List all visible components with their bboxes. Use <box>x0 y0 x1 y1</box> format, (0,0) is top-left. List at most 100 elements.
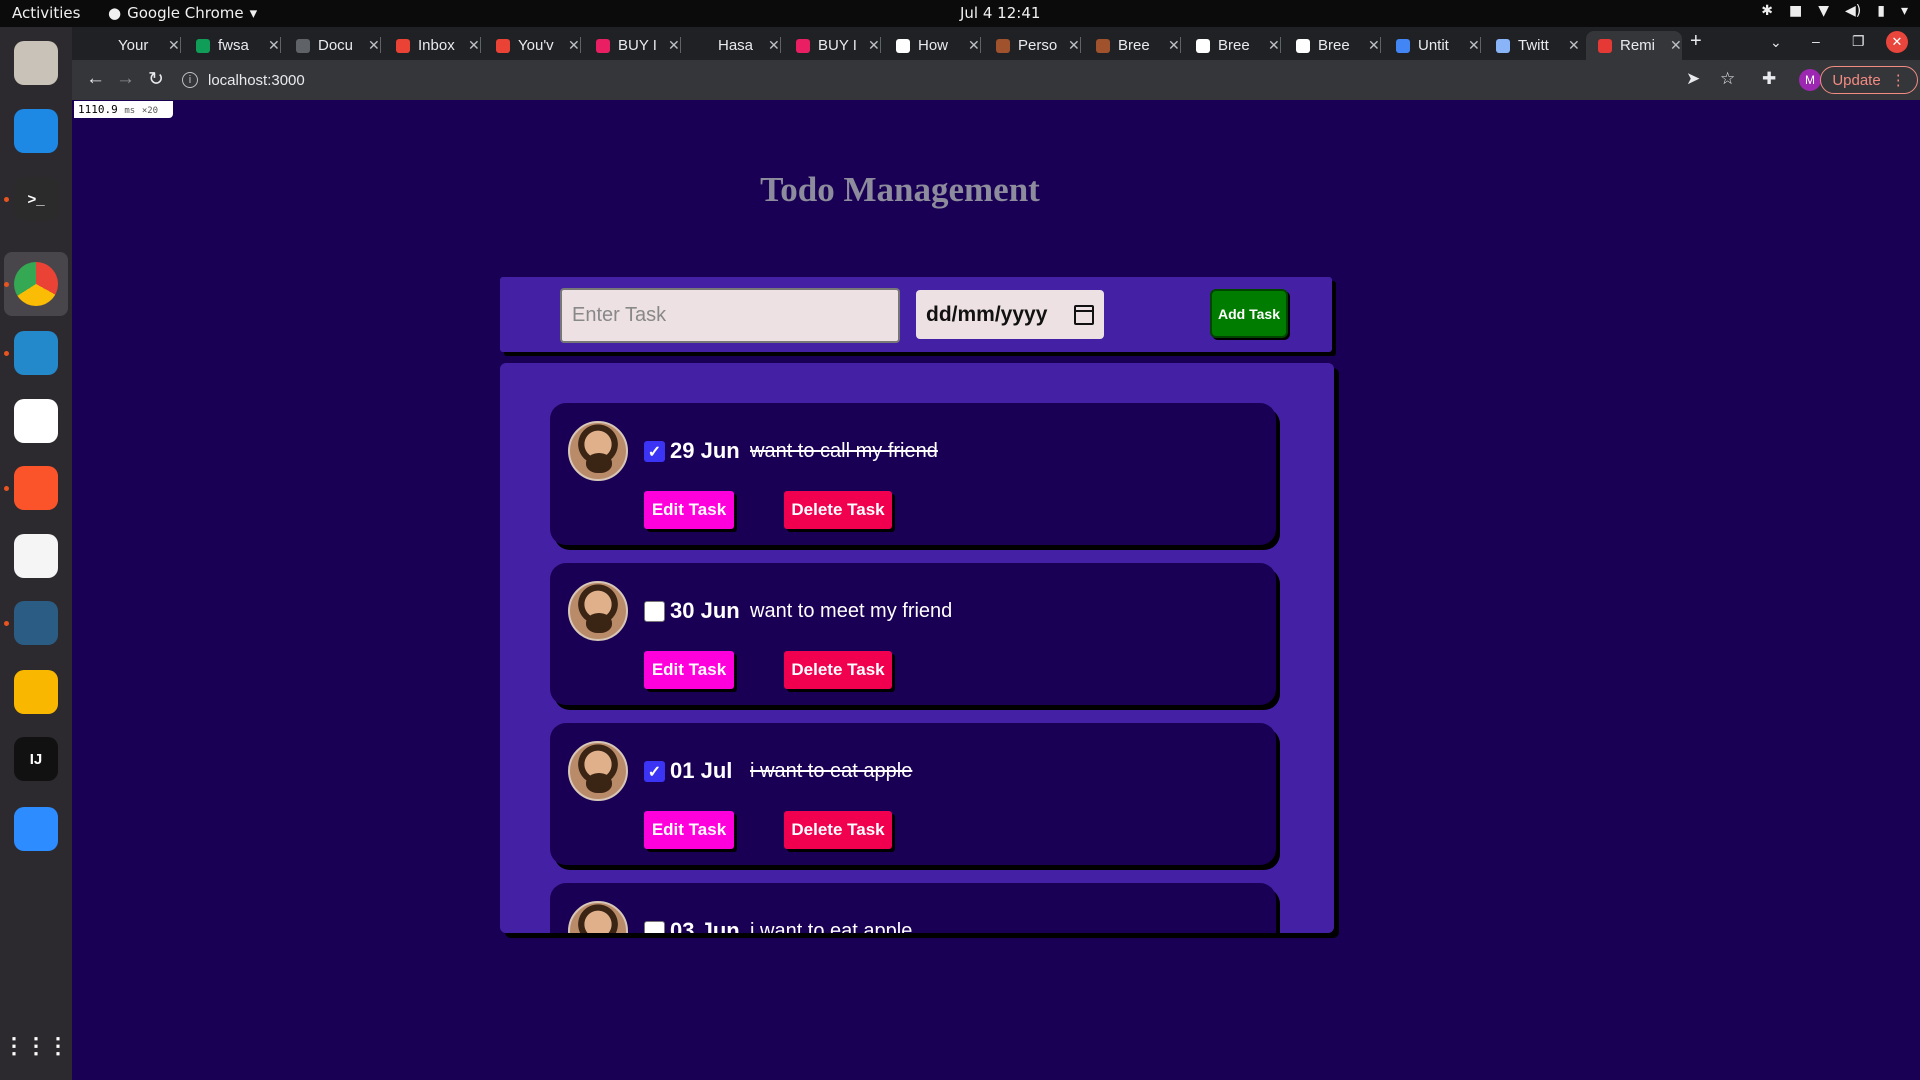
wifi-icon[interactable]: ▼ <box>1818 3 1829 19</box>
site-info-icon[interactable]: i <box>182 72 198 88</box>
task-checkbox[interactable] <box>644 601 665 622</box>
add-task-button[interactable]: Add Task <box>1210 289 1288 338</box>
browser-tab[interactable]: How ✕ <box>884 31 980 60</box>
task-checkbox[interactable]: ✓ <box>644 761 665 782</box>
task-card: 30 Jun want to meet my friend Edit Task Del… <box>550 563 1276 705</box>
dock-running-indicator <box>4 621 9 626</box>
browser-tab[interactable]: Bree ✕ <box>1084 31 1180 60</box>
browser-tab[interactable]: Twitt ✕ <box>1484 31 1580 60</box>
perf-ms: 1110.9 <box>78 103 118 116</box>
forward-icon[interactable]: → <box>116 68 135 90</box>
zoom-tray-icon[interactable]: ■ <box>1789 3 1802 19</box>
tab-close-icon[interactable]: ✕ <box>1168 37 1180 54</box>
task-checkbox[interactable] <box>644 921 665 933</box>
tab-close-icon[interactable]: ✕ <box>768 37 780 54</box>
browser-tab[interactable]: Bree ✕ <box>1184 31 1280 60</box>
browser-tab[interactable]: BUY I ✕ <box>784 31 880 60</box>
browser-tab[interactable]: Untit ✕ <box>1384 31 1480 60</box>
edit-task-button[interactable]: Edit Task <box>644 651 734 689</box>
address-bar[interactable]: i localhost:3000 <box>182 65 1682 95</box>
avatar <box>568 421 628 481</box>
browser-tab[interactable]: Remi ✕ <box>1586 31 1682 60</box>
edit-task-button[interactable]: Edit Task <box>644 811 734 849</box>
profile-avatar[interactable]: M <box>1799 69 1821 91</box>
dock-terminal-icon[interactable]: >_ <box>12 175 60 223</box>
browser-tab[interactable]: Your ✕ <box>84 31 180 60</box>
tab-close-icon[interactable]: ✕ <box>1368 37 1380 54</box>
browser-tab[interactable]: Docu ✕ <box>284 31 380 60</box>
extensions-puzzle-icon[interactable]: ✚ <box>1762 69 1776 89</box>
tab-close-icon[interactable]: ✕ <box>1468 37 1480 54</box>
edit-task-button[interactable]: Edit Task <box>644 491 734 529</box>
dock-slack-icon[interactable] <box>12 397 60 445</box>
task-list[interactable]: ✓ 29 Jun want to call my friend Edit Task De… <box>500 363 1334 933</box>
app-menu[interactable]: ● Google Chrome ▾ <box>108 4 257 22</box>
delete-task-button[interactable]: Delete Task <box>784 651 892 689</box>
dock-calculator-icon[interactable] <box>12 668 60 716</box>
dock-intellij-icon[interactable]: IJ <box>12 735 60 783</box>
dock-zoom-icon[interactable] <box>12 805 60 853</box>
browser-tab[interactable]: fwsa ✕ <box>184 31 280 60</box>
tab-close-icon[interactable]: ✕ <box>568 37 580 54</box>
tab-title: Perso <box>1018 37 1058 54</box>
url-text: localhost:3000 <box>208 71 305 89</box>
browser-tab[interactable]: Perso ✕ <box>984 31 1080 60</box>
browser-tab[interactable]: You'v ✕ <box>484 31 580 60</box>
tab-close-icon[interactable]: ✕ <box>168 37 180 54</box>
tab-search-chevron-icon[interactable]: ⌄ <box>1770 34 1782 51</box>
tab-close-icon[interactable]: ✕ <box>868 37 880 54</box>
dock-files-icon[interactable] <box>12 39 60 87</box>
new-tab-button[interactable]: + <box>1690 30 1702 53</box>
update-label: Update <box>1832 71 1881 89</box>
dock-running-indicator <box>4 197 9 202</box>
browser-tab[interactable]: Hasa ✕ <box>684 31 780 60</box>
back-icon[interactable]: ← <box>86 68 105 90</box>
dock-writer-icon[interactable] <box>12 107 60 155</box>
dock-brave-icon[interactable] <box>12 464 60 512</box>
send-tab-icon[interactable]: ➤ <box>1686 69 1700 89</box>
minimize-icon[interactable]: – <box>1812 33 1820 49</box>
bookmark-star-icon[interactable]: ☆ <box>1720 69 1735 89</box>
slack-tray-icon[interactable]: ✱ <box>1761 3 1773 19</box>
tab-close-icon[interactable]: ✕ <box>1268 37 1280 54</box>
tab-close-icon[interactable]: ✕ <box>1068 37 1080 54</box>
dock-vscode-icon[interactable] <box>12 329 60 377</box>
dock-chrome-icon[interactable] <box>4 252 68 316</box>
calendar-icon[interactable] <box>1074 304 1094 325</box>
restore-icon[interactable]: ❐ <box>1852 33 1865 50</box>
tab-close-icon[interactable]: ✕ <box>468 37 480 54</box>
tab-close-icon[interactable]: ✕ <box>268 37 280 54</box>
show-applications-grid-icon[interactable]: ⋮⋮⋮ <box>3 1022 69 1070</box>
tab-favicon-icon <box>1196 38 1210 53</box>
clock[interactable]: Jul 4 12:41 <box>960 4 1040 22</box>
activities-button[interactable]: Activities <box>12 4 80 22</box>
date-input[interactable]: dd/mm/yyyy <box>916 290 1104 339</box>
browser-tab[interactable]: Inbox ✕ <box>384 31 480 60</box>
tab-separator <box>480 37 481 53</box>
dock-mysql-workbench-icon[interactable] <box>12 599 60 647</box>
close-window-icon[interactable]: ✕ <box>1886 31 1908 53</box>
delete-task-button[interactable]: Delete Task <box>784 811 892 849</box>
tab-favicon-icon <box>1096 38 1110 53</box>
tab-separator <box>380 37 381 53</box>
task-checkbox[interactable]: ✓ <box>644 441 665 462</box>
system-tray[interactable]: ✱ ■ ▼ ◀) ▮ ▾ <box>1761 3 1908 19</box>
browser-tab[interactable]: Bree ✕ <box>1284 31 1380 60</box>
system-top-bar: Activities ● Google Chrome ▾ Jul 4 12:41… <box>0 0 1920 27</box>
tab-title: fwsa <box>218 37 249 54</box>
tab-close-icon[interactable]: ✕ <box>1568 37 1580 54</box>
reload-icon[interactable]: ↻ <box>148 68 164 91</box>
tab-close-icon[interactable]: ✕ <box>1670 37 1682 54</box>
browser-tab[interactable]: BUY I ✕ <box>584 31 680 60</box>
battery-icon[interactable]: ▮ <box>1877 3 1885 19</box>
tab-close-icon[interactable]: ✕ <box>368 37 380 54</box>
tab-close-icon[interactable]: ✕ <box>668 37 680 54</box>
system-menu-chevron-icon[interactable]: ▾ <box>1901 3 1908 19</box>
dock-text-editor-icon[interactable] <box>12 532 60 580</box>
tab-favicon-icon <box>796 38 810 53</box>
volume-icon[interactable]: ◀) <box>1845 3 1861 19</box>
tab-close-icon[interactable]: ✕ <box>968 37 980 54</box>
delete-task-button[interactable]: Delete Task <box>784 491 892 529</box>
task-input[interactable] <box>560 288 900 343</box>
update-button[interactable]: Update ⋮ <box>1820 66 1918 94</box>
